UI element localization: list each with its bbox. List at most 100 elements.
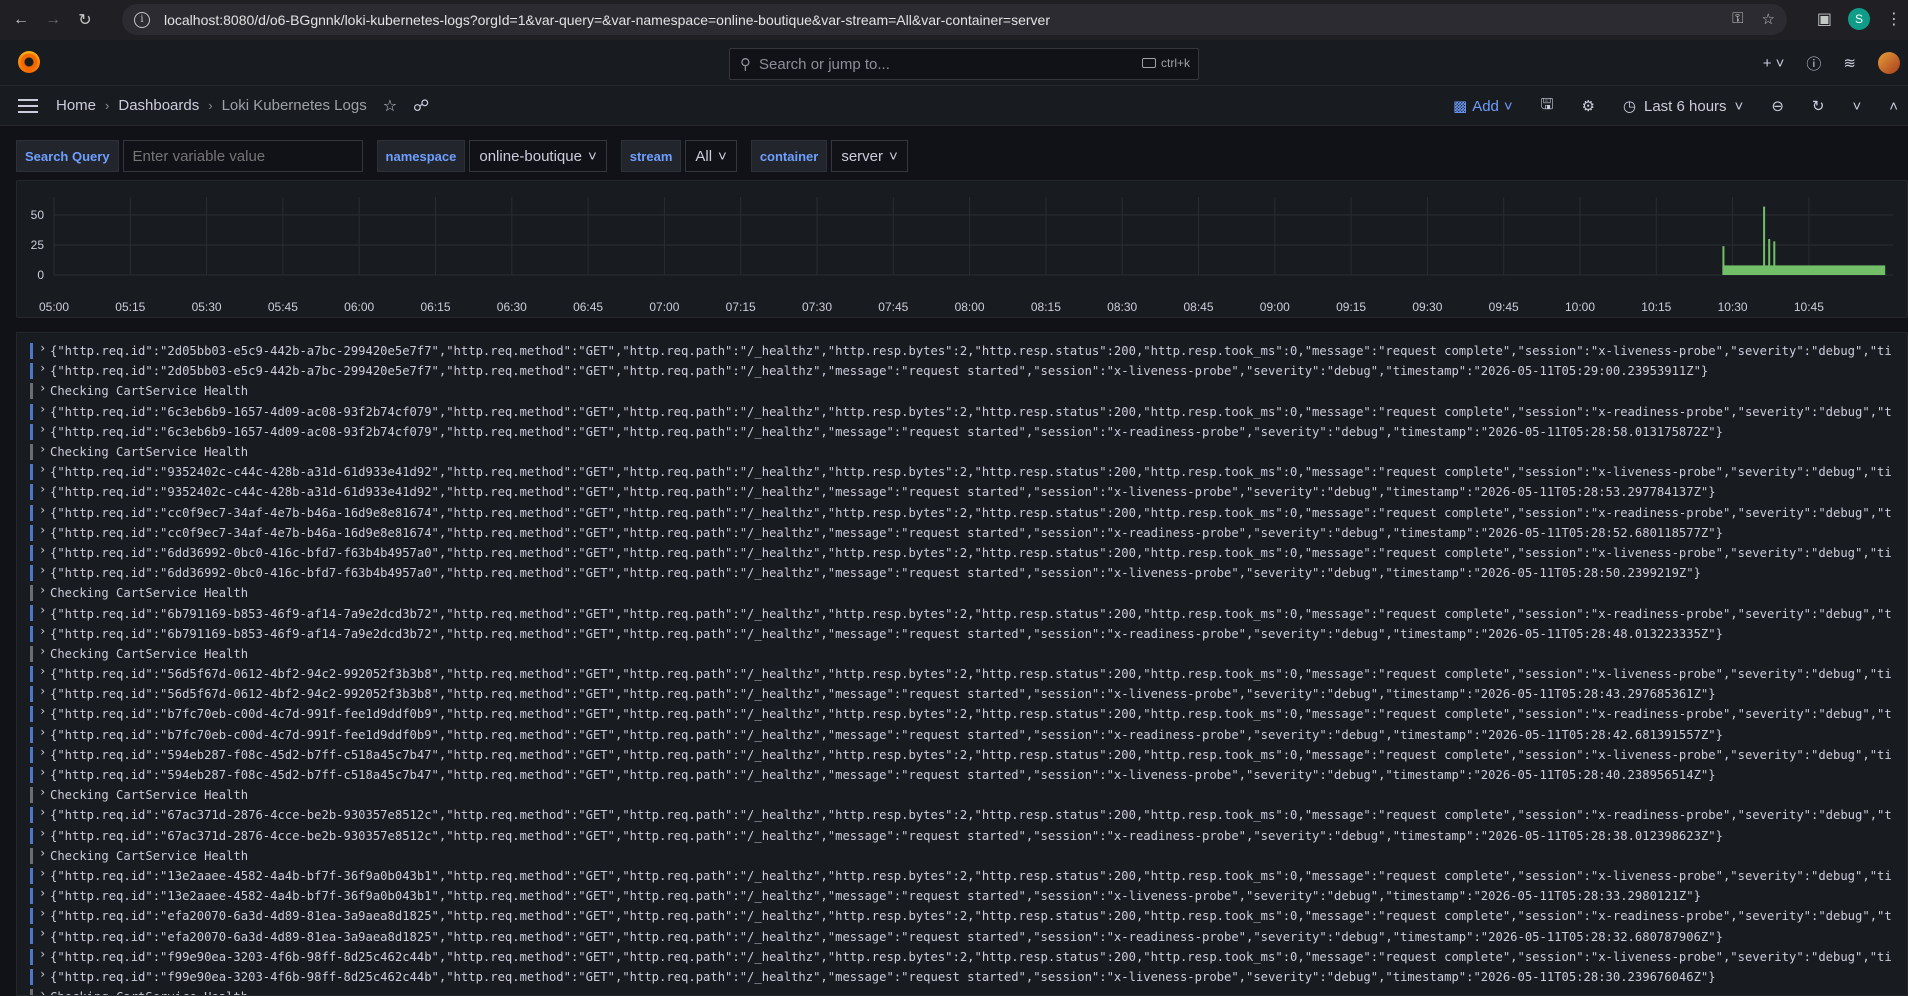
log-row[interactable]: › {"http.req.id":"67ac371d-2876-4cce-be2b… xyxy=(17,805,1907,825)
log-row[interactable]: › {"http.req.id":"6c3eb6b9-1657-4d09-ac08… xyxy=(17,422,1907,442)
extensions-icon[interactable]: ▣ xyxy=(1817,9,1832,29)
log-row[interactable]: › {"http.req.id":"9352402c-c44c-428b-a31d… xyxy=(17,462,1907,482)
log-row[interactable]: › {"http.req.id":"9352402c-c44c-428b-a31d… xyxy=(17,482,1907,502)
expand-chevron-icon[interactable]: › xyxy=(39,765,46,779)
expand-chevron-icon[interactable]: › xyxy=(39,745,46,759)
log-row[interactable]: › {"http.req.id":"2d05bb03-e5c9-442b-a7bc… xyxy=(17,341,1907,361)
address-bar[interactable]: i localhost:8080/d/o6-BGgnnk/loki-kubern… xyxy=(122,4,1787,35)
add-button[interactable]: ▩ Add ˅ xyxy=(1453,97,1513,116)
settings-gear-icon[interactable]: ⚙ xyxy=(1581,97,1594,115)
expand-chevron-icon[interactable]: › xyxy=(39,543,46,557)
news-rss-icon[interactable]: ≋ xyxy=(1843,54,1856,72)
profile-avatar[interactable]: S xyxy=(1848,8,1870,30)
log-row[interactable]: › {"http.req.id":"b7fc70eb-c00d-4c7d-991f… xyxy=(17,725,1907,745)
browser-menu-icon[interactable]: ⋮ xyxy=(1886,9,1902,29)
expand-chevron-icon[interactable]: › xyxy=(39,442,46,456)
log-row[interactable]: › {"http.req.id":"2d05bb03-e5c9-442b-a7bc… xyxy=(17,361,1907,381)
expand-chevron-icon[interactable]: › xyxy=(39,482,46,496)
expand-chevron-icon[interactable]: › xyxy=(39,886,46,900)
expand-chevron-icon[interactable]: › xyxy=(39,583,46,597)
expand-chevron-icon[interactable]: › xyxy=(39,805,46,819)
expand-chevron-icon[interactable]: › xyxy=(39,422,46,436)
expand-chevron-icon[interactable]: › xyxy=(39,826,46,840)
log-row[interactable]: › Checking CartService Health xyxy=(17,442,1907,462)
reload-icon[interactable]: ↻ xyxy=(74,9,96,31)
expand-chevron-icon[interactable]: › xyxy=(39,785,46,799)
site-info-icon[interactable]: i xyxy=(134,11,150,28)
log-row[interactable]: › {"http.req.id":"13e2aaee-4582-4a4b-bf7f… xyxy=(17,886,1907,906)
refresh-icon[interactable]: ↻ xyxy=(1812,97,1825,115)
expand-chevron-icon[interactable]: › xyxy=(39,603,46,617)
search-query-input[interactable] xyxy=(122,140,363,172)
expand-chevron-icon[interactable]: › xyxy=(39,361,46,375)
log-row[interactable]: › {"http.req.id":"13e2aaee-4582-4a4b-bf7f… xyxy=(17,866,1907,886)
stream-select[interactable]: All ˅ xyxy=(685,140,737,172)
namespace-select[interactable]: online-boutique ˅ xyxy=(469,140,607,172)
expand-chevron-icon[interactable]: › xyxy=(39,906,46,920)
expand-chevron-icon[interactable]: › xyxy=(39,644,46,658)
log-row[interactable]: › {"http.req.id":"6b791169-b853-46f9-af14… xyxy=(17,624,1907,644)
log-row[interactable]: › Checking CartService Health xyxy=(17,846,1907,866)
log-row[interactable]: › {"http.req.id":"b7fc70eb-c00d-4c7d-991f… xyxy=(17,704,1907,724)
log-row[interactable]: › Checking CartService Health xyxy=(17,583,1907,603)
log-row[interactable]: › {"http.req.id":"cc0f9ec7-34af-4e7b-b46a… xyxy=(17,503,1907,523)
expand-chevron-icon[interactable]: › xyxy=(39,866,46,880)
log-row[interactable]: › {"http.req.id":"f99e90ea-3203-4f6b-98ff… xyxy=(17,967,1907,987)
expand-chevron-icon[interactable]: › xyxy=(39,503,46,517)
container-select[interactable]: server ˅ xyxy=(831,140,908,172)
logs-panel: › {"http.req.id":"2d05bb03-e5c9-442b-a7bc… xyxy=(16,332,1908,996)
star-icon[interactable]: ☆ xyxy=(383,96,397,116)
expand-chevron-icon[interactable]: › xyxy=(39,684,46,698)
menu-icon[interactable] xyxy=(18,98,38,113)
save-icon[interactable]: 🖫 xyxy=(1541,94,1554,119)
expand-chevron-icon[interactable]: › xyxy=(39,704,46,718)
log-row[interactable]: › {"http.req.id":"594eb287-f08c-45d2-b7ff… xyxy=(17,745,1907,765)
expand-chevron-icon[interactable]: › xyxy=(39,563,46,577)
log-row[interactable]: › {"http.req.id":"594eb287-f08c-45d2-b7ff… xyxy=(17,765,1907,785)
log-row[interactable]: › Checking CartService Health xyxy=(17,987,1907,995)
log-row[interactable]: › {"http.req.id":"6dd36992-0bc0-416c-bfd7… xyxy=(17,543,1907,563)
grafana-logo-icon[interactable] xyxy=(18,51,40,73)
expand-chevron-icon[interactable]: › xyxy=(39,402,46,416)
new-plus-icon[interactable]: + ˅ xyxy=(1763,55,1785,72)
log-row[interactable]: › Checking CartService Health xyxy=(17,644,1907,664)
forward-icon[interactable]: → xyxy=(42,9,64,31)
log-row[interactable]: › {"http.req.id":"cc0f9ec7-34af-4e7b-b46a… xyxy=(17,523,1907,543)
expand-chevron-icon[interactable]: › xyxy=(39,725,46,739)
refresh-interval-chevron-icon[interactable]: ˅ xyxy=(1852,98,1861,115)
expand-chevron-icon[interactable]: › xyxy=(39,967,46,981)
expand-chevron-icon[interactable]: › xyxy=(39,523,46,537)
expand-chevron-icon[interactable]: › xyxy=(39,341,46,355)
log-row[interactable]: › {"http.req.id":"56d5f67d-0612-4bf2-94c2… xyxy=(17,684,1907,704)
user-avatar[interactable] xyxy=(1878,52,1900,74)
bookmark-star-icon[interactable]: ☆ xyxy=(1762,10,1775,28)
help-icon[interactable]: ⓘ xyxy=(1806,53,1821,74)
expand-chevron-icon[interactable]: › xyxy=(39,664,46,678)
expand-chevron-icon[interactable]: › xyxy=(39,947,46,961)
time-range-picker[interactable]: ◷ Last 6 hours ˅ xyxy=(1623,97,1743,116)
log-row[interactable]: › Checking CartService Health xyxy=(17,785,1907,805)
collapse-up-icon[interactable]: ˄ xyxy=(1889,98,1898,115)
log-row[interactable]: › {"http.req.id":"efa20070-6a3d-4d89-81ea… xyxy=(17,906,1907,926)
expand-chevron-icon[interactable]: › xyxy=(39,846,46,860)
log-row[interactable]: › Checking CartService Health xyxy=(17,381,1907,401)
share-icon[interactable]: ☍ xyxy=(413,96,429,116)
log-row[interactable]: › {"http.req.id":"6c3eb6b9-1657-4d09-ac08… xyxy=(17,402,1907,422)
zoom-out-icon[interactable]: ⊖ xyxy=(1771,97,1784,115)
breadcrumb-dashboards[interactable]: Dashboards xyxy=(118,97,199,114)
password-key-icon[interactable]: ⚿ xyxy=(1732,10,1743,28)
log-row[interactable]: › {"http.req.id":"56d5f67d-0612-4bf2-94c2… xyxy=(17,664,1907,684)
log-row[interactable]: › {"http.req.id":"6b791169-b853-46f9-af14… xyxy=(17,603,1907,623)
expand-chevron-icon[interactable]: › xyxy=(39,381,46,395)
log-row[interactable]: › {"http.req.id":"67ac371d-2876-4cce-be2b… xyxy=(17,826,1907,846)
expand-chevron-icon[interactable]: › xyxy=(39,926,46,940)
search-input[interactable]: ⚲ Search or jump to... ctrl+k xyxy=(729,48,1199,80)
back-icon[interactable]: ← xyxy=(10,9,32,31)
breadcrumb-home[interactable]: Home xyxy=(56,97,96,114)
log-row[interactable]: › {"http.req.id":"6dd36992-0bc0-416c-bfd7… xyxy=(17,563,1907,583)
expand-chevron-icon[interactable]: › xyxy=(39,624,46,638)
log-row[interactable]: › {"http.req.id":"efa20070-6a3d-4d89-81ea… xyxy=(17,926,1907,946)
expand-chevron-icon[interactable]: › xyxy=(39,987,46,995)
log-row[interactable]: › {"http.req.id":"f99e90ea-3203-4f6b-98ff… xyxy=(17,947,1907,967)
expand-chevron-icon[interactable]: › xyxy=(39,462,46,476)
